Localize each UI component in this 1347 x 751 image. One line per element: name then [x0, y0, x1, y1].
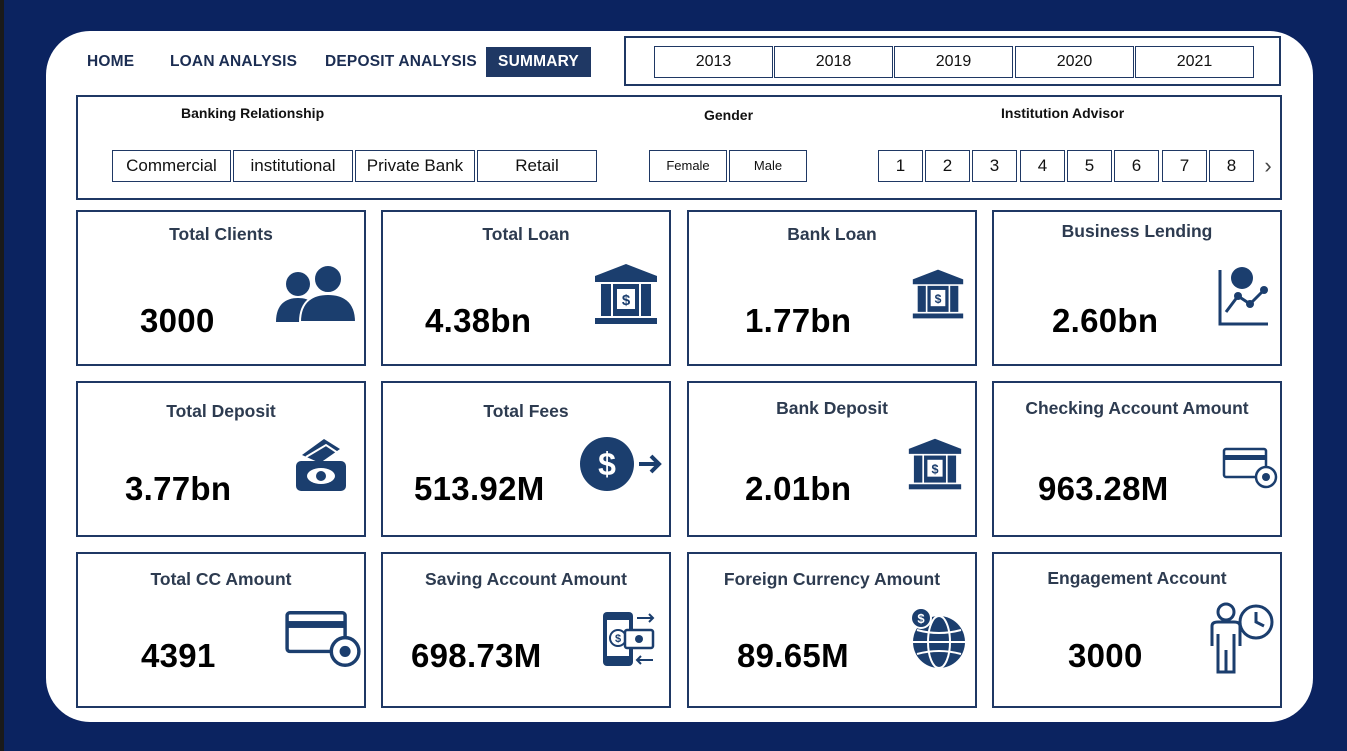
kpi-card-total-fees: Total Fees 513.92M $ — [381, 381, 671, 537]
card-settings-icon — [285, 611, 361, 667]
svg-text:$: $ — [931, 462, 938, 476]
filter-chip-commercial[interactable]: Commercial — [112, 150, 231, 182]
kpi-card-bank-loan: Bank Loan 1.77bn $ — [687, 210, 977, 366]
card-title: Total CC Amount — [150, 569, 292, 589]
card-title: Bank Loan — [787, 224, 877, 244]
svg-text:$: $ — [917, 611, 925, 626]
card-value: 3000 — [1068, 637, 1143, 674]
card-title: Foreign Currency Amount — [723, 569, 941, 589]
filter-chip-male[interactable]: Male — [729, 150, 807, 182]
svg-text:$: $ — [615, 633, 621, 645]
banking-relationship-title: Banking Relationship — [181, 105, 325, 121]
card-title: Total Deposit — [166, 401, 276, 421]
person-clock-icon — [1210, 602, 1274, 674]
year-button[interactable]: 2021 — [1135, 46, 1254, 78]
svg-text:$: $ — [935, 292, 942, 306]
card-value: 3000 — [140, 302, 215, 339]
advisor-chip[interactable]: 8 — [1209, 150, 1254, 182]
nav-deposit-analysis[interactable]: DEPOSIT ANALYSIS — [325, 47, 477, 77]
card-title: Saving Account Amount — [425, 569, 627, 589]
card-title: Bank Deposit — [776, 398, 888, 418]
filter-chip-private-bank[interactable]: Private Bank — [355, 150, 475, 182]
kpi-card-foreign-currency-amount: Foreign Currency Amount 89.65M $ — [687, 552, 977, 708]
year-button[interactable]: 2020 — [1015, 46, 1134, 78]
chevron-right-icon[interactable]: › — [1258, 152, 1278, 180]
svg-text:$: $ — [622, 292, 631, 309]
kpi-card-total-deposit: Total Deposit 3.77bn — [76, 381, 366, 537]
advisor-chip[interactable]: 3 — [972, 150, 1017, 182]
dollar-transfer-icon: $ — [580, 437, 662, 491]
kpi-card-total-cc-amount: Total CC Amount 4391 — [76, 552, 366, 708]
card-value: 4.38bn — [425, 302, 532, 339]
chart-growth-icon — [1218, 267, 1268, 326]
nav-loan-analysis[interactable]: LOAN ANALYSIS — [170, 47, 297, 77]
card-title: Engagement Account — [1047, 568, 1227, 588]
card-value: 513.92M — [414, 470, 545, 507]
card-title: Total Loan — [482, 224, 570, 244]
kpi-card-saving-account-amount: Saving Account Amount 698.73M $ — [381, 552, 671, 708]
card-title: Total Fees — [483, 401, 569, 421]
advisor-chip[interactable]: 1 — [878, 150, 923, 182]
globe-dollar-icon: $ — [910, 607, 965, 669]
card-value: 698.73M — [411, 637, 542, 674]
advisor-chip[interactable]: 6 — [1114, 150, 1159, 182]
people-icon — [276, 264, 358, 323]
kpi-card-business-lending: Business Lending 2.60bn — [992, 210, 1282, 366]
window-edge — [0, 0, 4, 751]
card-title: Checking Account Amount — [1025, 398, 1249, 418]
advisor-chip[interactable]: 5 — [1067, 150, 1112, 182]
kpi-card-engagement-account: Engagement Account 3000 — [992, 552, 1282, 708]
kpi-card-total-clients: Total Clients 3000 — [76, 210, 366, 366]
card-value: 2.01bn — [745, 470, 852, 507]
bank-icon: $ — [912, 269, 964, 319]
kpi-card-checking-account-amount: Checking Account Amount 963.28M — [992, 381, 1282, 537]
advisor-chip[interactable]: 2 — [925, 150, 970, 182]
cash-icon — [296, 439, 346, 491]
card-value: 3.77bn — [125, 470, 232, 507]
card-value: 2.60bn — [1052, 302, 1159, 339]
mobile-payment-icon: $ — [603, 612, 655, 666]
card-value: 1.77bn — [745, 302, 852, 339]
card-value: 4391 — [141, 637, 216, 674]
kpi-card-bank-deposit: Bank Deposit 2.01bn $ — [687, 381, 977, 537]
card-settings-icon — [1222, 447, 1278, 489]
filter-chip-retail[interactable]: Retail — [477, 150, 597, 182]
bank-icon: $ — [908, 438, 962, 490]
card-value: 963.28M — [1038, 470, 1169, 507]
card-title: Total Clients — [169, 224, 273, 244]
year-slicer: 2013 2018 2019 2020 2021 — [624, 36, 1281, 86]
filter-chip-institutional[interactable]: institutional — [233, 150, 353, 182]
kpi-card-total-loan: Total Loan 4.38bn $ — [381, 210, 671, 366]
advisor-chip[interactable]: 4 — [1020, 150, 1065, 182]
svg-text:$: $ — [598, 446, 616, 482]
card-title: Business Lending — [1061, 221, 1213, 241]
year-button[interactable]: 2018 — [774, 46, 893, 78]
nav-home[interactable]: HOME — [87, 47, 134, 77]
bank-icon: $ — [595, 264, 657, 324]
year-button[interactable]: 2013 — [654, 46, 773, 78]
year-button[interactable]: 2019 — [894, 46, 1013, 78]
filter-chip-female[interactable]: Female — [649, 150, 727, 182]
nav-summary[interactable]: SUMMARY — [486, 47, 591, 77]
gender-title: Gender — [704, 107, 754, 123]
institution-advisor-title: Institution Advisor — [1001, 105, 1125, 121]
card-value: 89.65M — [737, 637, 849, 674]
advisor-chip[interactable]: 7 — [1162, 150, 1207, 182]
